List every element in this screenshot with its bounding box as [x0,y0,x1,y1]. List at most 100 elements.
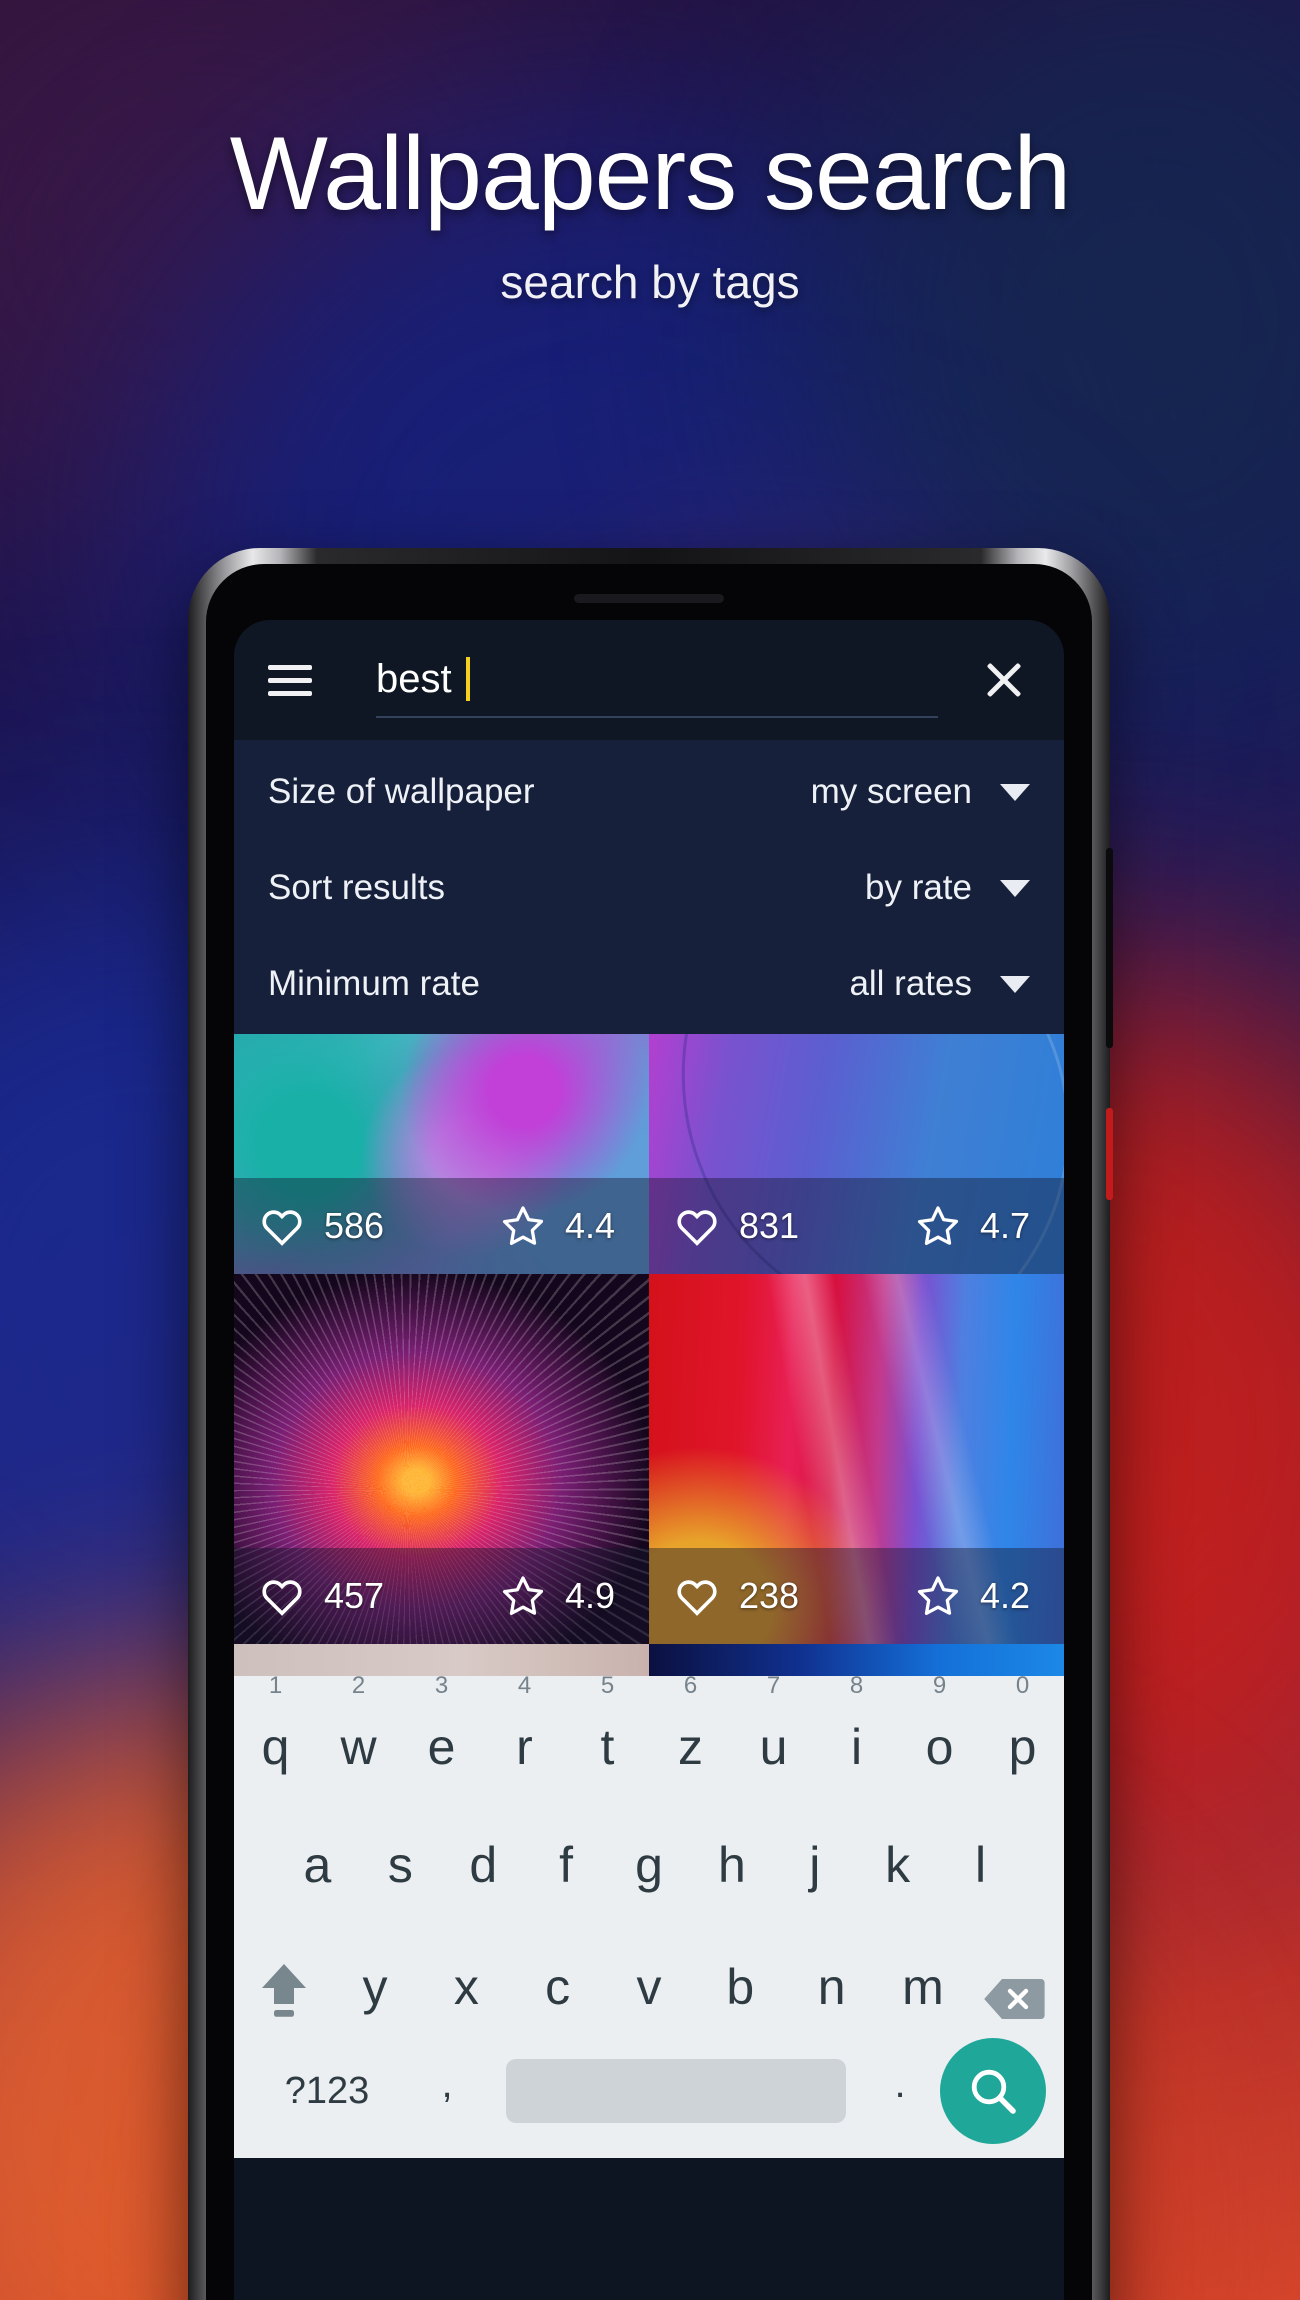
key-d[interactable]: d [445,1836,522,1916]
key-j[interactable]: j [776,1836,853,1916]
like-count: 457 [324,1575,385,1616]
chevron-down-icon[interactable] [1000,783,1030,801]
key-number: 1 [268,1672,283,1699]
promo-title: Wallpapers search [229,116,1071,232]
phone-bezel: best Size of wallpaper my screen Sort re… [206,564,1092,2300]
key-number: 9 [932,1672,947,1699]
chevron-down-icon[interactable] [1000,975,1030,993]
wallpaper-stats: 457 4.9 [234,1548,649,1644]
star-icon[interactable] [501,1205,545,1247]
key-x[interactable]: x [421,1958,512,2038]
comma-key[interactable]: , [402,2062,492,2121]
like-count: 238 [739,1575,800,1616]
phone-power-button[interactable] [1106,1108,1113,1200]
backspace-glyph [984,1979,1045,2019]
symbols-key[interactable]: ?123 [252,2070,402,2113]
key-w[interactable]: 2 w [317,1672,400,1798]
key-p[interactable]: 0 p [981,1672,1064,1798]
key-i[interactable]: 8 i [815,1672,898,1798]
key-label: u [759,1719,788,1775]
key-n[interactable]: n [786,1958,877,2038]
option-value: all rates [849,964,972,1003]
key-number: 3 [434,1672,449,1699]
key-t[interactable]: 5 t [566,1672,649,1798]
key-l[interactable]: l [942,1836,1019,1916]
wallpaper-tile[interactable]: 238 4.2 [649,1274,1064,1644]
key-c[interactable]: c [512,1958,603,2038]
search-options-panel: Size of wallpaper my screen Sort results… [234,740,1064,1034]
option-value: my screen [810,772,972,811]
shift-arrow-glyph [261,1964,306,2017]
key-label: t [600,1719,615,1775]
hamburger-menu-icon[interactable] [268,664,312,696]
option-row-size-of-wallpaper[interactable]: Size of wallpaper my screen [234,744,1064,840]
key-label: w [340,1719,377,1775]
wallpaper-stats: 831 4.7 [649,1178,1064,1274]
key-label: r [516,1719,533,1775]
heart-icon[interactable] [675,1206,719,1246]
rating-value: 4.4 [564,1205,615,1246]
star-icon[interactable] [501,1575,545,1617]
star-icon[interactable] [916,1575,960,1617]
option-label: Minimum rate [268,964,480,1003]
key-label: z [678,1719,703,1775]
search-key-icon[interactable] [940,2038,1046,2144]
key-label: o [925,1719,954,1775]
search-input[interactable]: best [376,642,938,718]
key-e[interactable]: 3 e [400,1672,483,1798]
key-number: 0 [1015,1672,1030,1699]
option-row-sort-results[interactable]: Sort results by rate [234,840,1064,936]
space-key[interactable] [506,2059,846,2123]
like-count: 831 [739,1205,800,1246]
keyboard-row-4: ?123 , . [234,2038,1064,2158]
chevron-down-icon[interactable] [1000,879,1030,897]
wallpaper-tile[interactable]: 831 4.7 [649,1034,1064,1274]
key-b[interactable]: b [695,1958,786,2038]
key-u[interactable]: 7 u [732,1672,815,1798]
key-v[interactable]: v [603,1958,694,2038]
phone-volume-button[interactable] [1106,848,1113,1048]
key-k[interactable]: k [859,1836,936,1916]
shift-key-icon[interactable] [238,1958,329,2038]
text-caret [465,657,470,701]
onscreen-keyboard: 1 q 2 w 3 e 4 r 5 t 6 z 7 u 8 i 9 o 0 p … [234,1672,1064,2158]
option-label: Size of wallpaper [268,772,535,811]
heart-icon[interactable] [675,1576,719,1616]
key-number: 7 [766,1672,781,1699]
key-number: 2 [351,1672,366,1699]
rating-value: 4.2 [979,1575,1030,1616]
key-g[interactable]: g [611,1836,688,1916]
key-y[interactable]: y [329,1958,420,2038]
key-q[interactable]: 1 q [234,1672,317,1798]
period-key[interactable]: . [860,2062,940,2121]
key-o[interactable]: 9 o [898,1672,981,1798]
option-row-minimum-rate[interactable]: Minimum rate all rates [234,936,1064,1032]
backspace-key-icon[interactable] [969,1976,1060,2038]
key-h[interactable]: h [693,1836,770,1916]
key-f[interactable]: f [528,1836,605,1916]
key-r[interactable]: 4 r [483,1672,566,1798]
wallpaper-tile[interactable]: 457 4.9 [234,1274,649,1644]
wallpaper-tile[interactable]: 586 4.4 [234,1034,649,1274]
close-icon[interactable] [978,654,1030,706]
keyboard-row-3: y x c v b n m [234,1916,1064,2038]
key-number: 8 [849,1672,864,1699]
heart-icon[interactable] [260,1576,304,1616]
keyboard-row-2: a s d f g h j k l [234,1798,1064,1916]
key-label: p [1008,1719,1037,1775]
wallpaper-stats: 586 4.4 [234,1178,649,1274]
key-s[interactable]: s [362,1836,439,1916]
wallpaper-grid: 586 4.4 831 4.7 457 4.9 238 4.2 [234,1034,1064,1676]
star-icon[interactable] [916,1205,960,1247]
hamburger-line [268,690,312,696]
key-z[interactable]: 6 z [649,1672,732,1798]
promo-subtitle: search by tags [500,256,800,309]
key-m[interactable]: m [877,1958,968,2038]
phone-screen: best Size of wallpaper my screen Sort re… [234,620,1064,2300]
option-value: by rate [865,868,972,907]
heart-icon[interactable] [260,1206,304,1246]
magnifier-glyph [971,2069,1016,2114]
hamburger-line [268,677,312,683]
rating-value: 4.9 [564,1575,615,1616]
key-a[interactable]: a [279,1836,356,1916]
